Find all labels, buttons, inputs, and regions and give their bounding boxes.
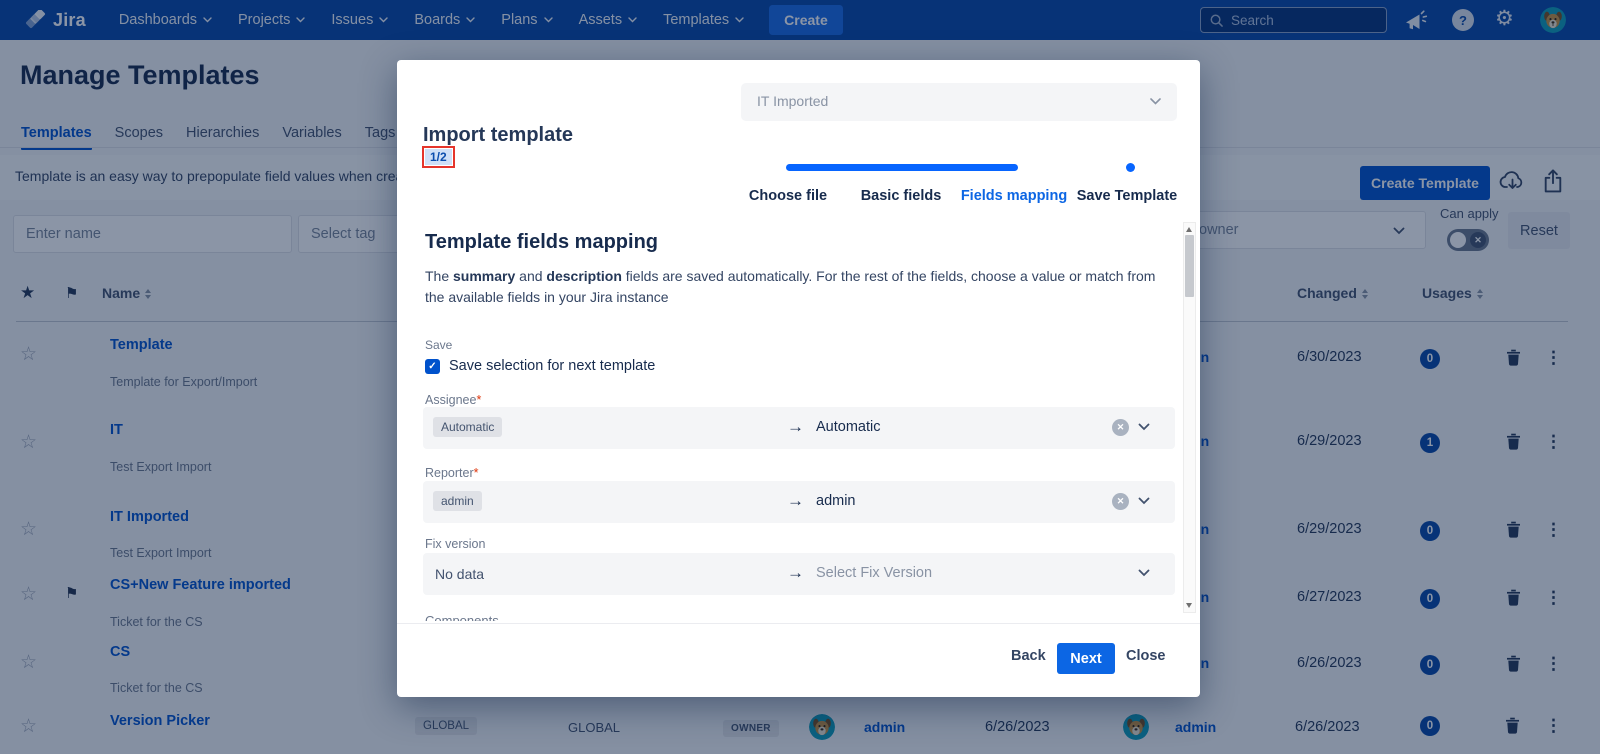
chevron-down-icon bbox=[1150, 98, 1161, 105]
step-indicator-badge: 1/2 bbox=[425, 149, 452, 165]
arrow-right-icon: → bbox=[787, 563, 804, 583]
step-fields-mapping: Fields mapping bbox=[961, 188, 1067, 204]
save-selection-row: ✓ Save selection for next template bbox=[425, 358, 655, 374]
modal-scrollbar[interactable] bbox=[1183, 222, 1196, 613]
scrollbar-down-arrow[interactable] bbox=[1186, 603, 1192, 608]
checkbox-checked[interactable]: ✓ bbox=[425, 359, 440, 374]
mapping-row-fix-version: No data → Select Fix Version bbox=[423, 553, 1175, 595]
step-save-template: Save Template bbox=[1077, 188, 1177, 204]
close-button[interactable]: Close bbox=[1126, 648, 1166, 664]
source-value-pill: admin bbox=[433, 491, 482, 511]
stepper-dot bbox=[1126, 163, 1135, 172]
modal-title: Import template bbox=[423, 124, 573, 147]
required-mark: * bbox=[476, 393, 481, 407]
step-basic-fields: Basic fields bbox=[861, 188, 942, 204]
scrollbar-up-arrow[interactable] bbox=[1186, 227, 1192, 232]
source-value-text: No data bbox=[435, 566, 484, 582]
next-button[interactable]: Next bbox=[1057, 643, 1115, 674]
field-label-fix-version: Fix version bbox=[425, 537, 485, 551]
field-label-reporter: Reporter* bbox=[425, 466, 479, 480]
app-root: Jira Dashboards Projects Issues Boards P… bbox=[0, 0, 1600, 754]
save-selection-label: Save selection for next template bbox=[449, 358, 655, 374]
chevron-down-icon[interactable] bbox=[1138, 569, 1150, 577]
clear-icon[interactable]: ✕ bbox=[1112, 419, 1129, 436]
arrow-right-icon: → bbox=[787, 491, 804, 511]
scrollbar-thumb[interactable] bbox=[1185, 235, 1194, 297]
target-placeholder: Select Fix Version bbox=[816, 565, 932, 581]
field-label-components-clipped: Components bbox=[425, 613, 499, 621]
save-group-label: Save bbox=[425, 338, 452, 352]
chevron-down-icon[interactable] bbox=[1138, 497, 1150, 505]
modal-footer-divider bbox=[397, 623, 1200, 624]
back-button[interactable]: Back bbox=[1011, 648, 1046, 664]
clear-icon[interactable]: ✕ bbox=[1112, 493, 1129, 510]
template-select-value: IT Imported bbox=[757, 93, 828, 109]
import-template-modal: IT Imported Import template 1/2 Choose f… bbox=[397, 60, 1200, 697]
mapping-heading: Template fields mapping bbox=[425, 231, 658, 254]
mapping-description: The summary and description fields are s… bbox=[425, 266, 1170, 308]
target-value: Automatic bbox=[816, 419, 880, 435]
field-label-assignee: Assignee* bbox=[425, 393, 481, 407]
target-value: admin bbox=[816, 493, 856, 509]
template-select[interactable]: IT Imported bbox=[741, 83, 1177, 121]
annotation-highlight-box: 1/2 bbox=[422, 146, 455, 168]
stepper-progress-bar bbox=[786, 164, 1018, 171]
chevron-down-icon[interactable] bbox=[1138, 423, 1150, 431]
mapping-row-assignee: Automatic → Automatic ✕ bbox=[423, 407, 1175, 449]
step-choose-file: Choose file bbox=[749, 188, 827, 204]
arrow-right-icon: → bbox=[787, 417, 804, 437]
source-value-pill: Automatic bbox=[433, 417, 502, 437]
required-mark: * bbox=[474, 466, 479, 480]
modal-scroll-area: Template fields mapping The summary and … bbox=[423, 222, 1175, 621]
mapping-row-reporter: admin → admin ✕ bbox=[423, 481, 1175, 523]
